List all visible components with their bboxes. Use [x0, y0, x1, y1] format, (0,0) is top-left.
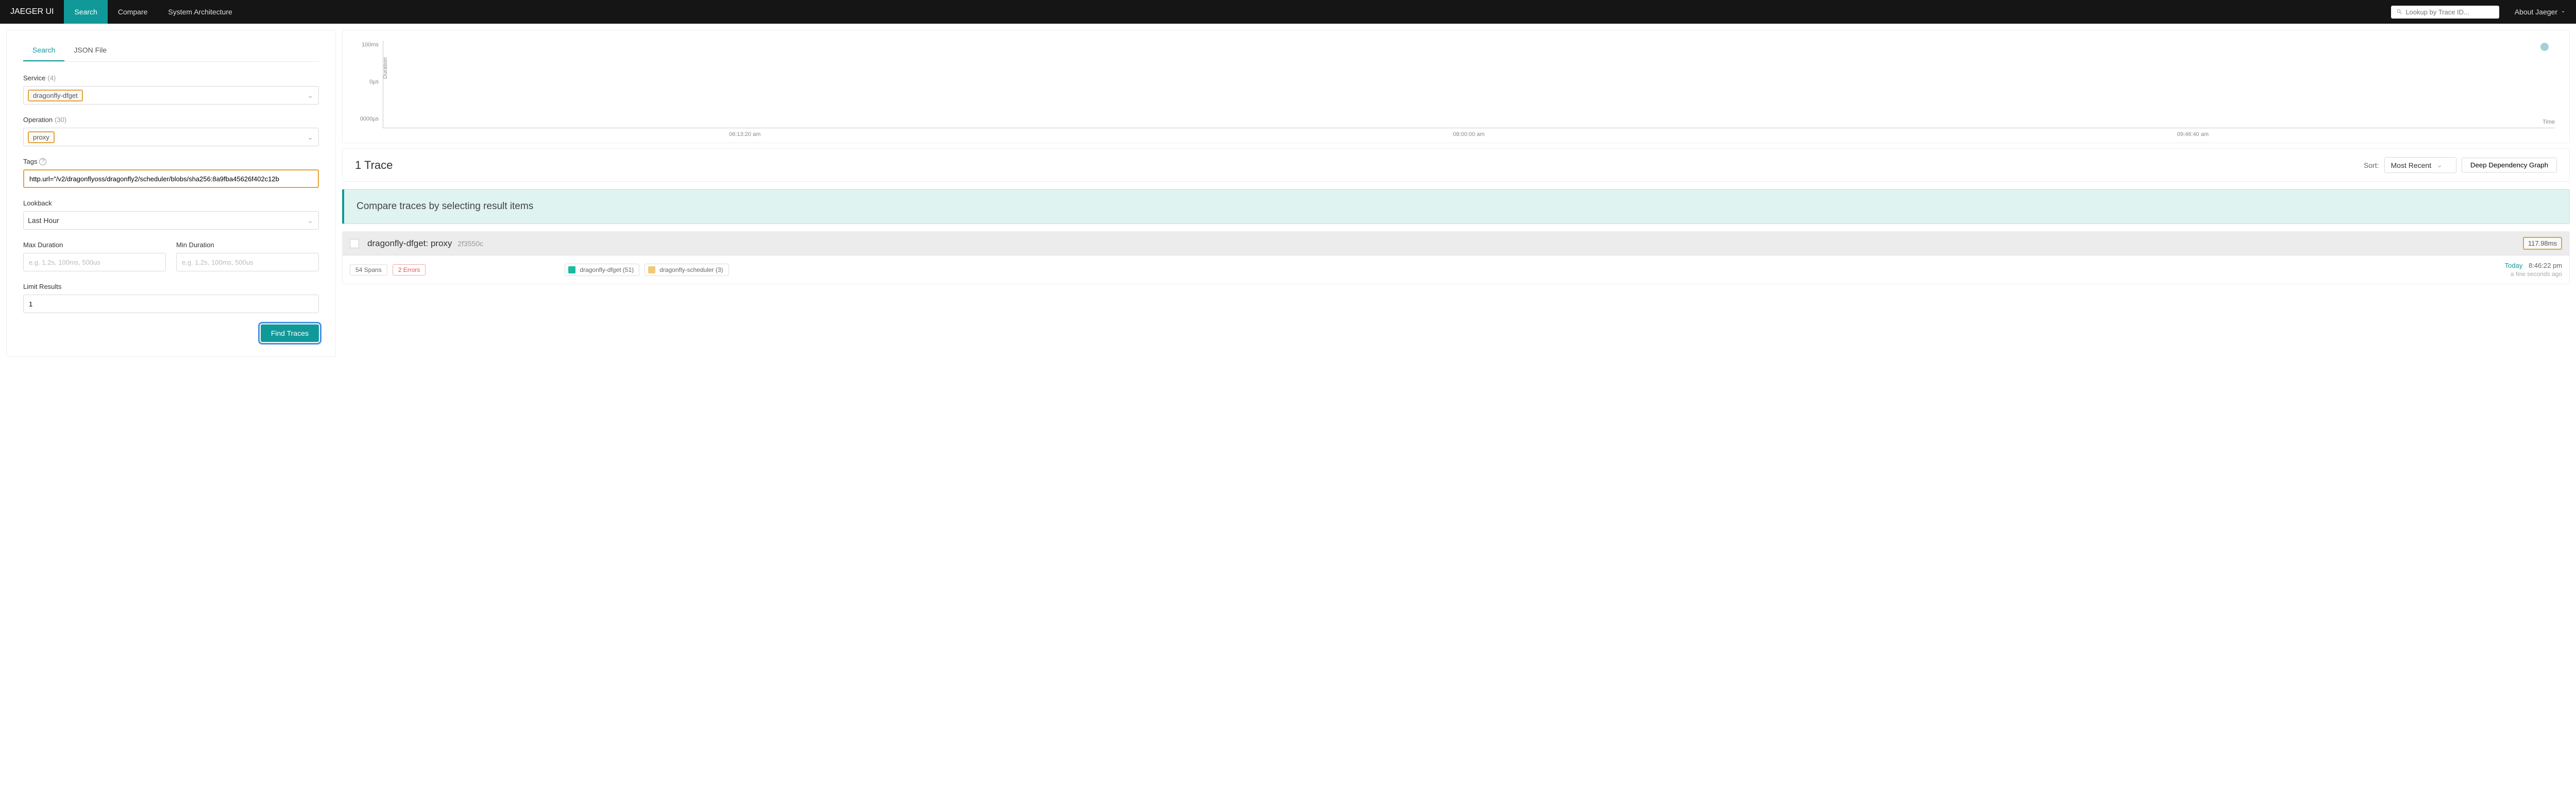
x-axis-label: Time	[2543, 119, 2555, 125]
x-axis: 06:13:20 am 08:00:00 am 09:46:40 am	[357, 131, 2555, 137]
service-label: Service	[23, 74, 45, 82]
lookback-label: Lookback	[23, 199, 52, 207]
operation-group: Operation (30) proxy ⌄	[23, 116, 319, 146]
help-icon[interactable]: ?	[39, 158, 46, 165]
nav-system-architecture[interactable]: System Architecture	[158, 0, 243, 24]
x-tick: 09:46:40 am	[1831, 131, 2555, 137]
chevron-down-icon: ⌄	[2436, 161, 2443, 169]
max-duration-label: Max Duration	[23, 241, 63, 249]
service-swatch	[568, 266, 575, 273]
min-duration-input[interactable]	[176, 253, 319, 271]
tab-search[interactable]: Search	[23, 40, 64, 61]
trace-time: 8:46:22 pm	[2529, 262, 2562, 269]
brand[interactable]: JAEGER UI	[10, 7, 54, 16]
tags-label: Tags	[23, 158, 37, 165]
y-tick: 0000µs	[360, 116, 379, 122]
trace-card-header: dragonfly-dfget: proxy 2f3550c 117.98ms	[343, 232, 2569, 255]
sort-select[interactable]: Most Recent ⌄	[2384, 157, 2456, 173]
search-sidebar: Search JSON File Service (4) dragonfly-d…	[6, 30, 336, 357]
chevron-down-icon: ⌄	[307, 133, 313, 142]
operation-label: Operation	[23, 116, 53, 124]
service-name: dragonfly-scheduler (3)	[659, 266, 723, 273]
deep-dependency-graph-button[interactable]: Deep Dependency Graph	[2462, 158, 2557, 173]
sort-label: Sort:	[2364, 161, 2379, 169]
about-label: About Jaeger	[2515, 8, 2557, 16]
limit-input[interactable]	[23, 295, 319, 313]
trace-card[interactable]: dragonfly-dfget: proxy 2f3550c 117.98ms …	[342, 231, 2570, 284]
y-tick: 0µs	[369, 79, 379, 85]
plot-area[interactable]	[383, 41, 2555, 128]
service-badge-scheduler: dragonfly-scheduler (3)	[645, 264, 728, 276]
nav-links: Search Compare System Architecture	[64, 0, 242, 24]
operation-select[interactable]: proxy ⌄	[23, 128, 319, 146]
y-axis: 100ms 0µs 0000µs	[357, 41, 383, 128]
sort-value: Most Recent	[2391, 161, 2432, 169]
service-group: Service (4) dragonfly-dfget ⌄	[23, 74, 319, 105]
trace-meta: Today 8:46:22 pm a few seconds ago	[2505, 262, 2562, 278]
trace-ago: a few seconds ago	[2505, 270, 2562, 278]
y-tick: 100ms	[362, 42, 379, 48]
search-icon	[2396, 8, 2403, 15]
limit-group: Limit Results	[23, 283, 319, 313]
operation-count: (30)	[55, 116, 66, 124]
scatter-plot-panel: 100ms 0µs 0000µs Duration Time 06:13:20 …	[342, 30, 2570, 143]
service-value: dragonfly-dfget	[28, 90, 83, 101]
operation-value: proxy	[28, 131, 55, 143]
chevron-down-icon: ⌄	[307, 91, 313, 100]
lookback-select[interactable]: Last Hour ⌄	[23, 211, 319, 230]
results-title: 1 Trace	[355, 159, 2364, 172]
limit-label: Limit Results	[23, 283, 61, 290]
max-duration-input[interactable]	[23, 253, 166, 271]
compare-banner: Compare traces by selecting result items	[342, 189, 2570, 224]
x-tick: 08:00:00 am	[1107, 131, 1831, 137]
trace-checkbox[interactable]	[350, 239, 359, 248]
nav-search[interactable]: Search	[64, 0, 107, 24]
nav-compare[interactable]: Compare	[108, 0, 158, 24]
service-badge-dfget: dragonfly-dfget (51)	[565, 264, 639, 276]
service-select[interactable]: dragonfly-dfget ⌄	[23, 86, 319, 105]
find-traces-button[interactable]: Find Traces	[261, 324, 319, 342]
span-count-badge: 54 Spans	[350, 264, 387, 276]
service-name: dragonfly-dfget (51)	[580, 266, 634, 273]
error-count-badge: 2 Errors	[393, 264, 426, 276]
trace-date: Today	[2505, 262, 2523, 269]
lookup-input[interactable]	[2405, 8, 2494, 16]
trace-duration: 117.98ms	[2523, 237, 2562, 250]
min-duration-group: Min Duration	[176, 241, 319, 271]
sidebar-tabs: Search JSON File	[23, 40, 319, 62]
chevron-down-icon: ⌄	[307, 216, 313, 225]
trace-title: dragonfly-dfget: proxy 2f3550c	[367, 238, 483, 249]
about-jaeger[interactable]: About Jaeger	[2515, 8, 2566, 16]
lookback-value: Last Hour	[28, 216, 59, 225]
lookback-group: Lookback Last Hour ⌄	[23, 199, 319, 230]
service-count: (4)	[47, 74, 56, 82]
tags-input[interactable]	[23, 169, 319, 188]
service-swatch	[648, 266, 655, 273]
results-header: 1 Trace Sort: Most Recent ⌄ Deep Depende…	[342, 148, 2570, 182]
results-content: 100ms 0µs 0000µs Duration Time 06:13:20 …	[342, 30, 2570, 284]
x-tick: 06:13:20 am	[383, 131, 1107, 137]
chevron-down-icon	[2561, 9, 2566, 14]
top-nav: JAEGER UI Search Compare System Architec…	[0, 0, 2576, 24]
lookup-wrapper[interactable]	[2391, 6, 2499, 19]
trace-title-text: dragonfly-dfget: proxy	[367, 238, 452, 248]
trace-card-body: 54 Spans 2 Errors dragonfly-dfget (51) d…	[343, 255, 2569, 284]
trace-id: 2f3550c	[457, 239, 483, 248]
min-duration-label: Min Duration	[176, 241, 214, 249]
tags-group: Tags ?	[23, 158, 319, 188]
max-duration-group: Max Duration	[23, 241, 166, 271]
tab-json-file[interactable]: JSON File	[64, 40, 116, 61]
trace-point[interactable]	[2540, 43, 2549, 51]
